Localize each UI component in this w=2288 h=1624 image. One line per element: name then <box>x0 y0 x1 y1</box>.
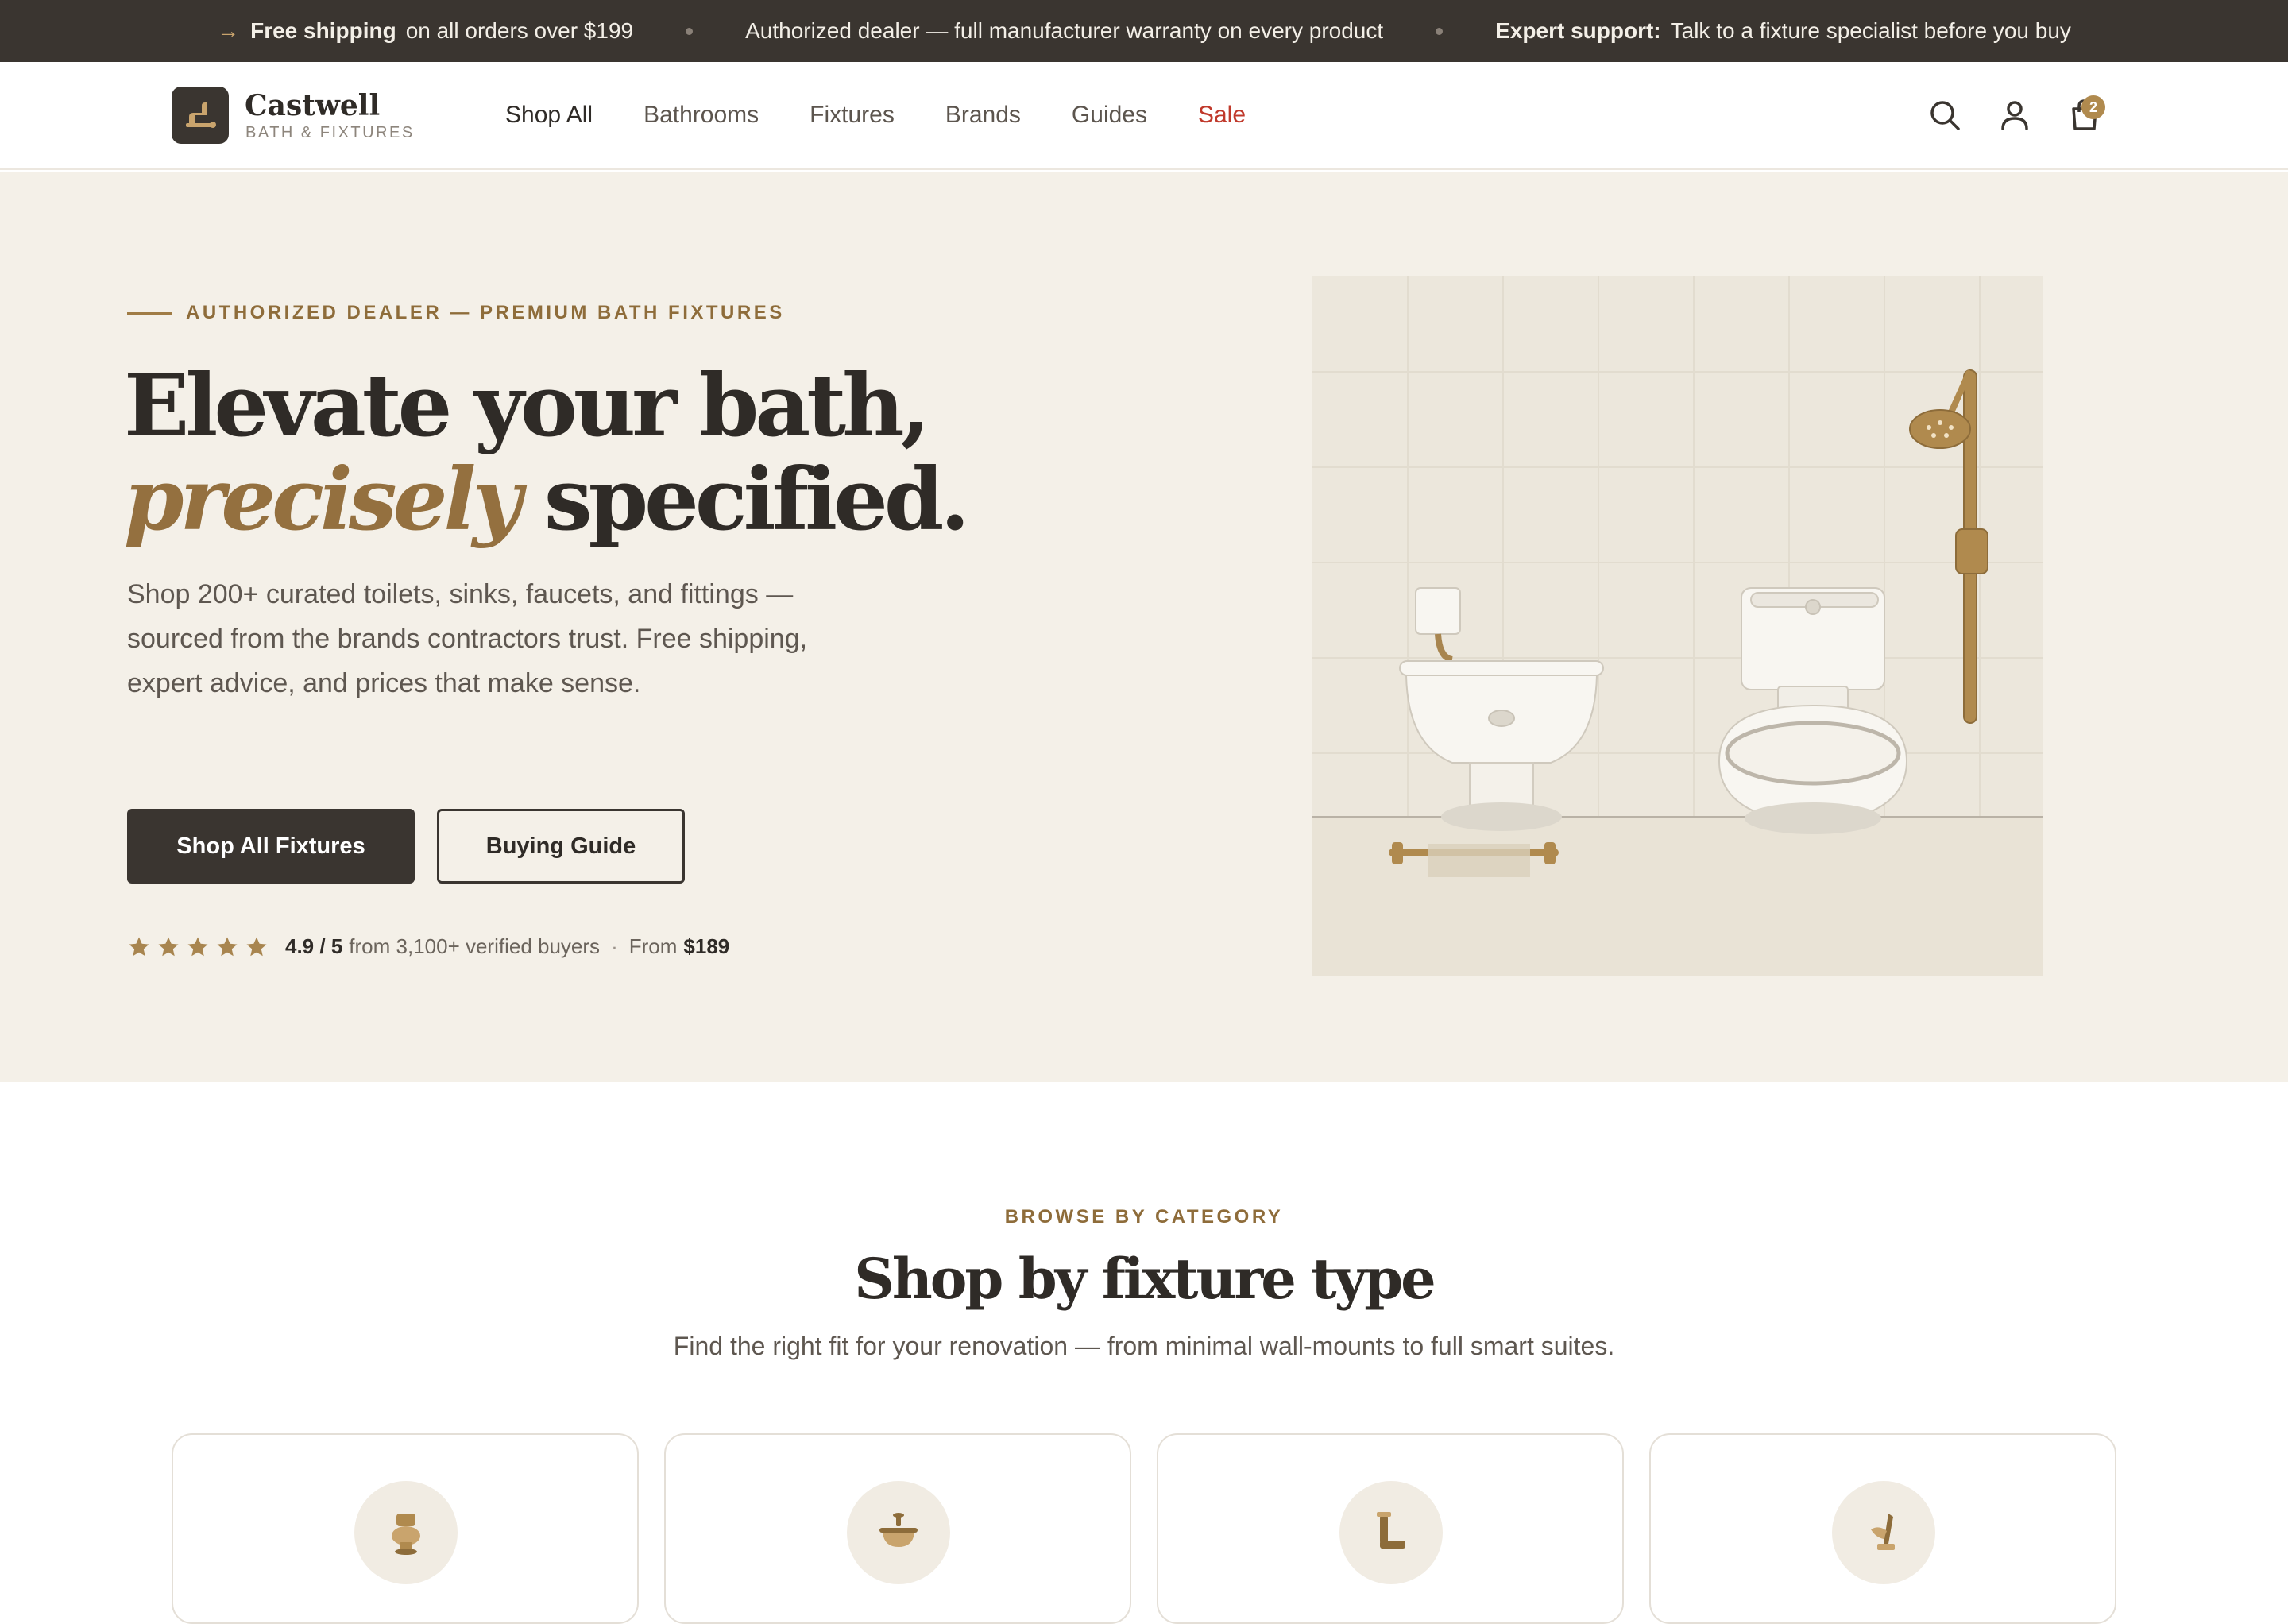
logo-icon[interactable] <box>172 87 229 144</box>
nav-bathrooms[interactable]: Bathrooms <box>644 102 759 129</box>
nav-shop-all[interactable]: Shop All <box>505 102 593 129</box>
toilet-icon <box>354 1481 458 1584</box>
buying-guide-button[interactable]: Buying Guide <box>437 809 685 884</box>
category-title: Shop by fixture type <box>854 1246 1436 1312</box>
announcement-dealer-text: Authorized dealer — full manufacturer wa… <box>745 18 1384 43</box>
from-price: $189 <box>683 934 730 958</box>
nav-guides[interactable]: Guides <box>1072 102 1147 129</box>
hero-title-line1: Elevate your bath, <box>124 356 930 456</box>
announcement-shipping: → Free shipping on all orders over $199 <box>217 18 633 44</box>
category-card-sinks[interactable] <box>664 1433 1131 1624</box>
cart-count-badge: 2 <box>2081 95 2105 119</box>
bathroom-illustration <box>1312 276 2043 976</box>
announcement-dealer: Authorized dealer — full manufacturer wa… <box>745 18 1383 44</box>
sink-icon <box>847 1481 950 1584</box>
rating-separator: · <box>611 934 618 958</box>
arrow-right-icon: → <box>217 18 240 43</box>
star-rating <box>127 935 274 959</box>
nav-fixtures[interactable]: Fixtures <box>810 102 895 129</box>
announcement-bar: → Free shipping on all orders over $199 … <box>0 0 2288 62</box>
shower-icon <box>1832 1481 1935 1584</box>
from-label: From <box>628 934 678 958</box>
rating-value: 4.9 / 5 <box>285 934 343 958</box>
category-subtitle: Find the right fit for your renovation —… <box>673 1332 1615 1360</box>
hero-description: Shop 200+ curated toilets, sinks, faucet… <box>127 579 808 698</box>
site-header: Castwell BATH & FIXTURES Shop All Bathro… <box>0 62 2288 170</box>
nav-brands[interactable]: Brands <box>945 102 1021 129</box>
rating-text: from 3,100+ verified buyers <box>349 934 601 958</box>
brand-tagline: BATH & FIXTURES <box>245 124 415 141</box>
announcement-support-bold: Expert support: <box>1495 18 1661 43</box>
brand-name[interactable]: Castwell <box>245 89 380 122</box>
hero-rating: 4.9 / 5 from 3,100+ verified buyers · Fr… <box>127 934 736 959</box>
star-icon <box>187 937 208 956</box>
hero-eyebrow: AUTHORIZED DEALER — PREMIUM BATH FIXTURE… <box>127 302 785 324</box>
category-card-faucets[interactable] <box>1157 1433 1624 1624</box>
nav-sale[interactable]: Sale <box>1198 102 1246 129</box>
separator-dot <box>686 27 694 35</box>
user-icon[interactable] <box>1996 97 2033 133</box>
star-icon <box>217 937 238 956</box>
category-card-showers[interactable] <box>1649 1433 2116 1624</box>
announcement-support-text: Talk to a fixture specialist before you … <box>1670 18 2071 43</box>
hero-title-rest: specified. <box>543 450 970 550</box>
hero-title-emphasis: precisely <box>124 450 522 550</box>
star-icon <box>246 937 267 956</box>
hero-section: AUTHORIZED DEALER — PREMIUM BATH FIXTURE… <box>0 172 2288 1082</box>
category-eyebrow: BROWSE BY CATEGORY <box>1004 1206 1284 1228</box>
category-card-toilets[interactable] <box>172 1433 639 1624</box>
faucet-icon <box>1339 1481 1443 1584</box>
hero-eyebrow-text: AUTHORIZED DEALER — PREMIUM BATH FIXTURE… <box>186 302 785 323</box>
eyebrow-line <box>127 311 172 315</box>
hero-title: Elevate your bath, precisely specified. <box>124 356 970 550</box>
star-icon <box>129 937 149 956</box>
announcement-shipping-text: on all orders over $199 <box>405 18 634 43</box>
main-nav: Shop All Bathrooms Fixtures Brands Guide… <box>505 102 1297 129</box>
announcement-support: Expert support: Talk to a fixture specia… <box>1495 18 2071 44</box>
announcement-shipping-bold: Free shipping <box>250 18 396 43</box>
search-icon[interactable] <box>1927 97 1963 133</box>
separator-dot <box>1436 27 1444 35</box>
star-icon <box>158 937 179 956</box>
shop-all-fixtures-button[interactable]: Shop All Fixtures <box>127 809 415 884</box>
